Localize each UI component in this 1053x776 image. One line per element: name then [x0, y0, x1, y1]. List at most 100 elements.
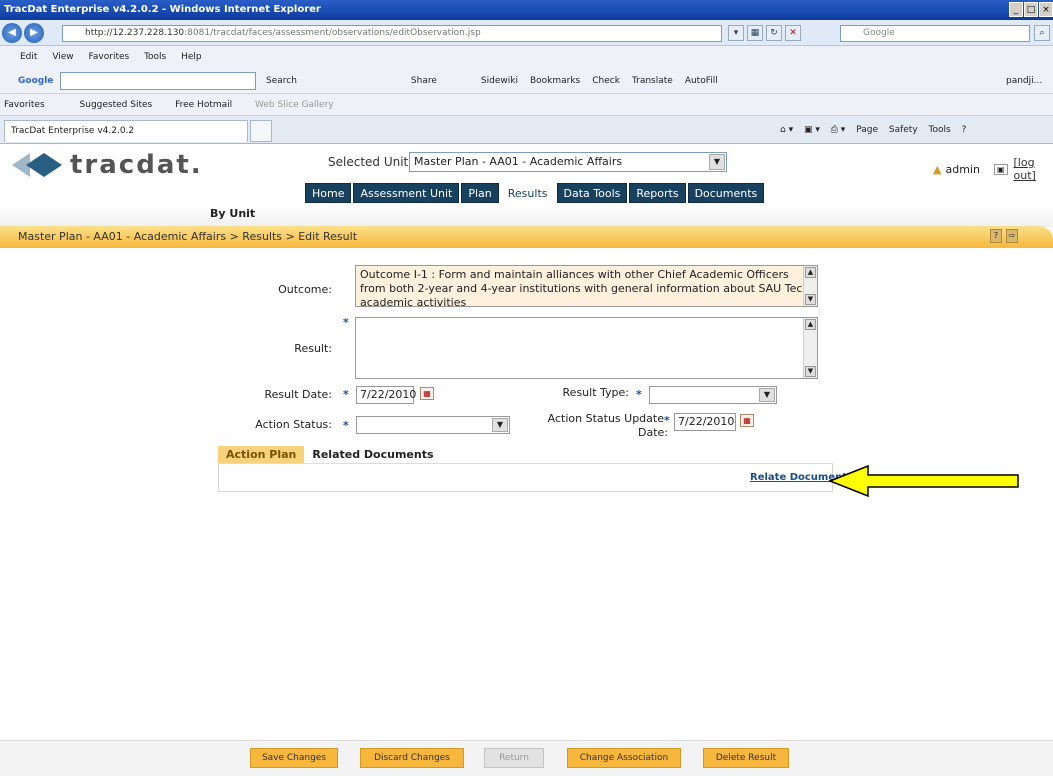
menu-bar: Edit View Favorites Tools Help	[0, 46, 1053, 68]
result-scrollbar[interactable]: ▲ ▼	[803, 318, 817, 378]
stop-icon[interactable]: ✕	[785, 25, 801, 41]
search-icon[interactable]: ⌕	[1034, 25, 1050, 41]
result-type-required-mark: *	[636, 388, 642, 401]
return-button[interactable]: Return	[484, 748, 544, 768]
selected-unit-value: Master Plan - AA01 - Academic Affairs	[414, 155, 623, 168]
maximize-icon[interactable]: □	[1024, 2, 1038, 17]
logo-diamond-icon	[12, 153, 62, 177]
refresh-icon[interactable]: ↻	[766, 25, 782, 41]
toolbar-user[interactable]: pandji...	[1006, 68, 1042, 94]
menu-edit[interactable]: Edit	[20, 52, 37, 62]
action-status-update-input[interactable]: 7/22/2010	[674, 413, 736, 431]
forward-icon[interactable]: ▶	[24, 23, 44, 43]
fav-webslice[interactable]: Web Slice Gallery	[255, 100, 334, 110]
tab-home[interactable]: Home	[305, 183, 352, 203]
scroll-up-icon[interactable]: ▲	[805, 267, 816, 278]
discard-changes-button[interactable]: Discard Changes	[360, 748, 464, 768]
selected-unit-select[interactable]: Master Plan - AA01 - Academic Affairs ▼	[409, 152, 727, 172]
help-icon[interactable]: ?	[962, 125, 967, 135]
menu-view[interactable]: View	[52, 52, 73, 62]
menu-help[interactable]: Help	[181, 52, 202, 62]
tab-assessment-unit[interactable]: Assessment Unit	[353, 183, 460, 203]
window-title: TracDat Enterprise v4.2.0.2 - Windows In…	[4, 4, 321, 15]
breadcrumb-icons: ? ⇨	[990, 229, 1018, 243]
favorites-button[interactable]: Favorites	[4, 100, 45, 110]
tab-documents[interactable]: Documents	[687, 183, 765, 203]
result-date-input[interactable]: 7/22/2010	[356, 386, 416, 404]
toolbar-translate[interactable]: Translate	[632, 68, 673, 94]
calendar-icon[interactable]: ▦	[740, 414, 754, 427]
toolbar-check[interactable]: Check	[592, 68, 620, 94]
main-nav: Home Assessment Unit Plan Results Data T…	[305, 183, 765, 203]
feeds-icon[interactable]: ▣ ▾	[804, 125, 820, 135]
action-status-update-value: 7/22/2010	[678, 415, 735, 428]
url-path: :8081/tracdat/faces/assessment/observati…	[184, 28, 481, 38]
action-status-required-mark: *	[343, 419, 349, 432]
window-controls: _ □ ×	[1009, 2, 1053, 18]
action-status-label: Action Status:	[255, 418, 332, 431]
print-icon[interactable]: ⎙ ▾	[831, 125, 846, 135]
back-icon[interactable]: ◀	[2, 23, 22, 43]
outcome-value: Outcome I-1 : Form and maintain alliance…	[360, 268, 810, 307]
scroll-down-icon[interactable]: ▼	[805, 366, 816, 377]
toolbar-bookmarks[interactable]: Bookmarks	[530, 68, 580, 94]
fav-suggested[interactable]: Suggested Sites	[80, 100, 153, 110]
dropdown-icon[interactable]: ▾	[728, 25, 744, 41]
annotation-arrow-icon	[828, 464, 1019, 498]
logout-icon[interactable]: ▣	[993, 163, 1008, 175]
toolbar-autofill[interactable]: AutoFill	[685, 68, 718, 94]
tracdat-logo: tracdat.	[8, 150, 203, 180]
tab-plan[interactable]: Plan	[461, 183, 499, 203]
export-icon[interactable]: ⇨	[1006, 229, 1018, 243]
outcome-scrollbar[interactable]: ▲ ▼	[803, 266, 817, 306]
toolbar-share[interactable]: Share	[411, 68, 437, 94]
user-area: ▲ admin ▣ [log out]	[933, 156, 1053, 182]
delete-result-button[interactable]: Delete Result	[703, 748, 789, 768]
address-input[interactable]: http://12.237.228.130:8081/tracdat/faces…	[62, 25, 722, 42]
tab-results[interactable]: Results	[500, 183, 555, 203]
minimize-icon[interactable]: _	[1009, 2, 1023, 17]
menu-tools[interactable]: Tools	[144, 52, 166, 62]
help-icon[interactable]: ?	[990, 229, 1002, 243]
browser-search-input[interactable]: Google	[840, 25, 1030, 42]
toolbar-sidewiki[interactable]: Sidewiki	[481, 68, 518, 94]
change-association-button[interactable]: Change Association	[567, 748, 681, 768]
result-required-mark: *	[343, 316, 349, 329]
cmd-tools[interactable]: Tools	[929, 125, 951, 135]
result-type-select[interactable]: ▼	[649, 386, 777, 404]
tab-related-documents[interactable]: Related Documents	[304, 446, 441, 463]
logout-link[interactable]: [log out]	[1014, 156, 1053, 182]
cmd-page[interactable]: Page	[856, 125, 878, 135]
chevron-down-icon: ▼	[759, 388, 775, 402]
scroll-down-icon[interactable]: ▼	[805, 294, 816, 305]
user-icon: ▲	[933, 162, 942, 176]
cmd-safety[interactable]: Safety	[889, 125, 918, 135]
outcome-label: Outcome:	[278, 283, 332, 296]
menu-favorites[interactable]: Favorites	[89, 52, 130, 62]
tab-data-tools[interactable]: Data Tools	[556, 183, 628, 203]
new-tab-button[interactable]	[250, 120, 272, 142]
scroll-up-icon[interactable]: ▲	[805, 319, 816, 330]
result-label: Result:	[294, 342, 332, 355]
breadcrumb-text: Master Plan - AA01 - Academic Affairs > …	[18, 230, 358, 243]
fav-hotmail[interactable]: Free Hotmail	[175, 100, 232, 110]
browser-tab[interactable]: TracDat Enterprise v4.2.0.2	[4, 120, 248, 142]
close-icon[interactable]: ×	[1039, 2, 1053, 17]
home-icon[interactable]: ⌂ ▾	[780, 125, 793, 135]
google-search-input[interactable]	[60, 72, 256, 90]
command-bar: ⌂ ▾ ▣ ▾ ⎙ ▾ Page Safety Tools ?	[780, 116, 966, 144]
subnav-by-unit[interactable]: By Unit	[210, 207, 255, 220]
action-status-select[interactable]: ▼	[356, 416, 510, 434]
url-host: http://12.237.228.130	[85, 28, 185, 38]
tab-action-plan[interactable]: Action Plan	[218, 446, 305, 463]
tab-reports[interactable]: Reports	[629, 183, 686, 203]
chevron-down-icon: ▼	[709, 154, 725, 170]
sub-nav	[0, 205, 1053, 227]
calendar-icon[interactable]: ▦	[420, 387, 434, 400]
toolbar-search[interactable]: Search	[266, 68, 297, 94]
result-date-required-mark: *	[343, 388, 349, 401]
compat-icon[interactable]: ▦	[747, 25, 763, 41]
google-logo: Google	[18, 76, 54, 86]
save-changes-button[interactable]: Save Changes	[250, 748, 338, 768]
result-textarea[interactable]: ▲ ▼	[355, 317, 818, 379]
